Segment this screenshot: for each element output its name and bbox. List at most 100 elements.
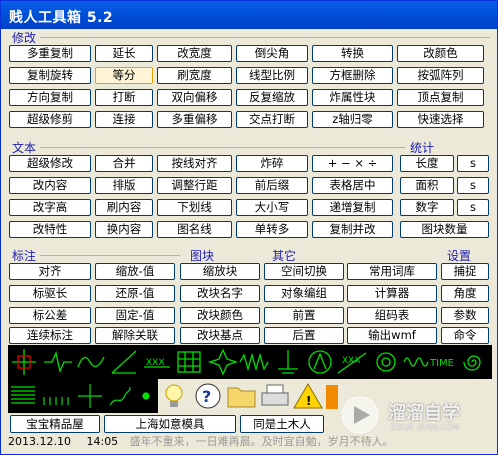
text-button[interactable]: 超级修改 (9, 155, 91, 172)
modify-button[interactable]: 反复缩放 (236, 89, 308, 106)
modify-button[interactable]: 改宽度 (157, 45, 232, 62)
modify-button[interactable]: 多重复制 (9, 45, 91, 62)
text-button[interactable]: 刷内容 (95, 199, 153, 216)
modify-button[interactable]: 改颜色 (397, 45, 484, 62)
other-button[interactable]: 空间切换 (264, 263, 344, 280)
other-button[interactable]: 输出wmf (347, 327, 437, 344)
section-stats-label: 统计 (410, 141, 435, 155)
block-button[interactable]: 改块名字 (180, 285, 260, 302)
modify-button[interactable]: 复制旋转 (9, 67, 91, 84)
section-other-label: 其它 (272, 249, 297, 263)
section-annotate-label: 标注 (12, 249, 37, 263)
other-button[interactable]: 组码表 (347, 307, 437, 324)
modify-button[interactable]: 按弧阵列 (397, 67, 484, 84)
text-button[interactable]: 单转多 (236, 221, 308, 238)
text-button[interactable]: 图名线 (157, 221, 232, 238)
spiral-icon (463, 355, 481, 371)
text-button[interactable]: 按线对齐 (157, 155, 232, 172)
settings-button[interactable]: 参数 (441, 307, 489, 324)
stats-extra-button[interactable]: s (457, 199, 489, 216)
stats-button[interactable]: 数字 (400, 199, 454, 216)
xxx-slant-icon: XXX (337, 352, 367, 374)
text-button[interactable]: 调整行距 (157, 177, 232, 194)
bottom-button-2[interactable]: 同是土木人 (240, 415, 324, 433)
settings-button[interactable]: 捕捉 (441, 263, 489, 280)
modify-button[interactable]: 线型比例 (236, 67, 308, 84)
other-button[interactable]: 对象编组 (264, 285, 344, 302)
block-button[interactable]: 改块颜色 (180, 307, 260, 324)
modify-button[interactable]: 等分 (95, 67, 153, 84)
text-button[interactable]: 递增复制 (312, 199, 393, 216)
text-button[interactable]: 大小写 (236, 199, 308, 216)
stats-button[interactable]: 图块数量 (400, 221, 489, 238)
text-button[interactable]: 改内容 (9, 177, 91, 194)
text-button[interactable]: 复制并改 (312, 221, 393, 238)
group-divider (40, 255, 180, 256)
svg-text:XXX: XXX (342, 356, 361, 366)
text-button[interactable]: 炸碎 (236, 155, 308, 172)
other-button[interactable]: 计算器 (347, 285, 437, 302)
title-bar[interactable]: 贱人工具箱 5.2 (1, 1, 497, 29)
text-button[interactable]: 表格居中 (312, 177, 393, 194)
settings-button[interactable]: 角度 (441, 285, 489, 302)
modify-button[interactable]: 转换 (312, 45, 393, 62)
gear-icon (376, 352, 396, 372)
other-button[interactable]: 后置 (264, 327, 344, 344)
other-button[interactable]: 常用词库 (347, 263, 437, 280)
section-text-label: 文本 (12, 141, 37, 155)
stats-button[interactable]: 面积 (400, 177, 454, 194)
block-button[interactable]: 缩放块 (180, 263, 260, 280)
annotate-button[interactable]: 对齐 (9, 263, 91, 280)
bottom-button-1[interactable]: 上海如意模具 (104, 415, 236, 433)
modify-button[interactable]: 方框删除 (312, 67, 393, 84)
status-date: 2013.12.10 (8, 435, 71, 448)
settings-button[interactable]: 命令 (441, 327, 489, 344)
modify-button[interactable]: 多重偏移 (157, 111, 232, 128)
grid-block-icon (177, 351, 201, 373)
client-area: 修改 文本 统计 标注 图块 其它 设置 多重复制 延长 改宽度 倒尖角 转换 改颜色 复制… (4, 29, 494, 453)
angle-icon (111, 350, 137, 374)
modify-button[interactable]: 倒尖角 (236, 45, 308, 62)
text-button[interactable]: 前后缀 (236, 177, 308, 194)
annotate-button[interactable]: 标驱长 (9, 285, 91, 302)
block-button[interactable]: 改块基点 (180, 327, 260, 344)
modify-button[interactable]: 刷宽度 (157, 67, 232, 84)
text-button[interactable]: 排版 (95, 177, 153, 194)
icon-strip-svg: XXX XXX TIME (12, 348, 481, 376)
modify-button[interactable]: 交点打断 (236, 111, 308, 128)
text-button[interactable]: 换内容 (95, 221, 153, 238)
annotate-button[interactable]: 解除关联 (95, 327, 175, 344)
modify-button[interactable]: 双向偏移 (157, 89, 232, 106)
modify-button[interactable]: 连接 (95, 111, 153, 128)
section-modify-label: 修改 (12, 31, 37, 45)
modify-button[interactable]: 打断 (95, 89, 153, 106)
text-button[interactable]: 改特性 (9, 221, 91, 238)
annotate-button[interactable]: 还原-值 (95, 285, 175, 302)
stats-extra-button[interactable]: s (457, 155, 489, 172)
section-block-label: 图块 (190, 249, 215, 263)
stats-extra-button[interactable]: s (457, 177, 489, 194)
modify-button[interactable]: z轴归零 (312, 111, 393, 128)
annotate-button[interactable]: 缩放-值 (95, 263, 175, 280)
bottom-button-0[interactable]: 宝宝精品屋 (10, 415, 100, 433)
warning-icon: ! (293, 383, 323, 409)
modify-button[interactable]: 方向复制 (9, 89, 91, 106)
other-button[interactable]: 前置 (264, 307, 344, 324)
app-window: 贱人工具箱 5.2 修改 文本 统计 标注 图块 其它 设置 多重复制 延长 改宽度… (0, 0, 498, 455)
drawing-icon-strip: XXX XXX TIME (8, 345, 492, 379)
text-button[interactable]: 下划线 (157, 199, 232, 216)
group-divider (40, 147, 405, 148)
text-button[interactable]: 合并 (95, 155, 153, 172)
modify-button[interactable]: 延长 (95, 45, 153, 62)
modify-button[interactable]: 炸属性块 (312, 89, 393, 106)
text-button[interactable]: 改字高 (9, 199, 91, 216)
modify-button[interactable]: 超级修剪 (9, 111, 91, 128)
annotate-button[interactable]: 连续标注 (9, 327, 91, 344)
stats-button[interactable]: 长度 (400, 155, 454, 172)
annotate-button[interactable]: 标公差 (9, 307, 91, 324)
modify-button[interactable]: 顶点复制 (397, 89, 484, 106)
text-button[interactable]: + − × ÷ (312, 155, 393, 172)
annotate-button[interactable]: 固定-值 (95, 307, 175, 324)
watermark-url: ZIXUE.3D66.COM (390, 423, 460, 432)
modify-button[interactable]: 快速选择 (397, 111, 484, 128)
